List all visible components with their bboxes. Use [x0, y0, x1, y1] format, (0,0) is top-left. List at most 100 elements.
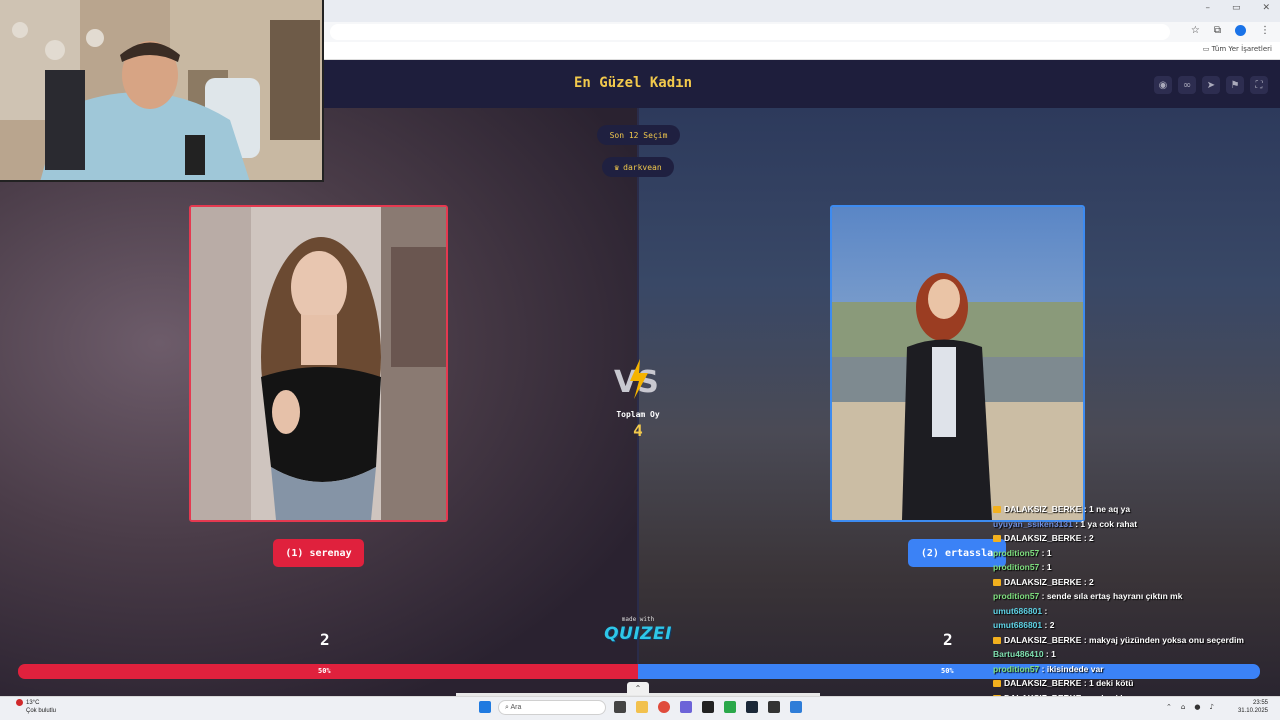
- clock-time: 23:55: [1252, 700, 1268, 706]
- send-icon[interactable]: ➤: [1202, 76, 1220, 94]
- chat-message: DALAKSIZ_BERKE : 1 deki kötü: [993, 676, 1278, 691]
- chat-text: : ikisindede var: [1039, 663, 1104, 674]
- microphone-icon[interactable]: ●: [1194, 703, 1200, 711]
- xbox-icon[interactable]: [724, 701, 736, 713]
- chat-username[interactable]: prodition57: [993, 591, 1039, 601]
- round-pill: Son 12 Seçim: [597, 125, 680, 145]
- webcam-image: [0, 0, 322, 180]
- chat-message: prodition57 : ikisindede var: [993, 662, 1278, 677]
- quiz-title: En Güzel Kadın: [574, 75, 693, 91]
- chat-username[interactable]: prodition57: [993, 548, 1039, 558]
- weather-temp: 13°C: [26, 700, 40, 706]
- chat-text: : 1 deki kötü: [1081, 678, 1134, 688]
- chat-badge-icon: [993, 535, 1001, 543]
- chat-text: : 2: [1042, 620, 1055, 630]
- task-view-icon[interactable]: [614, 701, 626, 713]
- chat-text: : 2: [1081, 576, 1094, 587]
- taskbar-search[interactable]: ⌕ Ara: [498, 700, 606, 715]
- network-icon[interactable]: ⌂: [1181, 703, 1185, 711]
- minimize-button[interactable]: –: [1205, 3, 1210, 13]
- menu-icon[interactable]: ⋮: [1260, 25, 1270, 36]
- brand-logo[interactable]: QUIZEI: [604, 624, 672, 644]
- all-bookmarks-link[interactable]: ▭ Tüm Yer İşaretleri: [1203, 45, 1272, 53]
- chat-username[interactable]: DALAKSIZ_BERKE: [1004, 635, 1081, 645]
- chat-message: umut686801 :: [993, 604, 1278, 619]
- link-icon[interactable]: ∞: [1178, 76, 1196, 94]
- clock[interactable]: 23:55 31.10.2025: [1238, 699, 1268, 715]
- contestant-photo-right: [832, 207, 1083, 520]
- chat-message: prodition57 : sende sıla ertaş hayranı ç…: [993, 589, 1278, 604]
- system-tray: ⌃ ⌂ ● ♪: [1166, 703, 1214, 711]
- chat-badge-icon: [993, 680, 1001, 688]
- chat-overlay: DALAKSIZ_BERKE : 1 ne aq ya uyuyan_ssiken…: [993, 502, 1278, 696]
- header-actions: ◉ ∞ ➤ ⚑ ⛶: [1154, 76, 1268, 94]
- chat-message: prodition57 : 1: [993, 560, 1278, 575]
- chat-username[interactable]: DALAKSIZ_BERKE: [1004, 533, 1081, 543]
- score-right: 2: [943, 630, 953, 649]
- score-left: 2: [320, 630, 330, 649]
- fullscreen-icon[interactable]: ⛶: [1250, 76, 1268, 94]
- chrome-icon[interactable]: [658, 701, 670, 713]
- chat-message: umut686801 : 2: [993, 618, 1278, 633]
- profile-avatar[interactable]: [1235, 25, 1246, 36]
- chevron-up-tray-icon[interactable]: ⌃: [1166, 703, 1172, 711]
- chat-username[interactable]: DALAKSIZ_BERKE: [1004, 504, 1081, 514]
- total-votes-label: Toplam Oy: [616, 410, 660, 419]
- percent-left: 50%: [318, 667, 331, 675]
- close-button[interactable]: ✕: [1262, 3, 1270, 13]
- app-icon-1[interactable]: [680, 701, 692, 713]
- chat-username[interactable]: prodition57: [993, 562, 1039, 572]
- chat-message: DALAKSIZ_BERKE : 2: [993, 575, 1278, 590]
- chat-text: : 1 ya cok rahat: [1072, 518, 1138, 529]
- chat-message: DALAKSIZ_BERKE : 2: [993, 531, 1278, 546]
- notification-badge: [16, 699, 23, 706]
- star-icon[interactable]: ☆: [1191, 25, 1200, 36]
- chat-username[interactable]: Bartu486410: [993, 649, 1044, 659]
- search-placeholder: Ara: [510, 704, 522, 711]
- chat-username[interactable]: umut686801: [993, 620, 1042, 630]
- extensions-icon[interactable]: ⧉: [1214, 25, 1221, 36]
- webcam-feed: [0, 0, 324, 182]
- vs-icon: VS: [614, 359, 659, 400]
- eye-icon[interactable]: ◉: [1154, 76, 1172, 94]
- chat-text: : 1: [1039, 547, 1052, 558]
- toolbar-icons: ☆ ⧉ ⋮: [1191, 25, 1270, 36]
- file-explorer-icon[interactable]: [636, 701, 648, 713]
- weather-widget[interactable]: 13°C Çok bulutlu: [26, 699, 56, 715]
- screen: – ▭ ✕ ☆ ⧉ ⋮ ▭ Tüm Yer İşaretleri En Güze…: [0, 0, 1280, 720]
- chat-text: :: [1042, 605, 1048, 616]
- chat-text: : 1: [1039, 562, 1052, 572]
- vote-button-left-label: (1) serenay: [285, 547, 352, 559]
- contestant-card-left[interactable]: [189, 205, 448, 522]
- maximize-button[interactable]: ▭: [1232, 3, 1241, 13]
- chat-text: : sende sıla ertaş hayranı çıktın mk: [1039, 591, 1183, 601]
- windows-start-icon[interactable]: [479, 701, 491, 713]
- total-votes-value: 4: [633, 421, 643, 440]
- chat-username[interactable]: DALAKSIZ_BERKE: [1004, 577, 1081, 587]
- all-bookmarks-label: Tüm Yer İşaretleri: [1211, 45, 1272, 53]
- contestant-card-right[interactable]: [830, 205, 1085, 522]
- chat-username[interactable]: prodition57: [993, 664, 1039, 674]
- chevron-up-icon[interactable]: ⌃: [627, 682, 649, 695]
- vote-button-left[interactable]: (1) serenay: [273, 539, 364, 567]
- chat-username[interactable]: umut686801: [993, 606, 1042, 616]
- chat-badge-icon: [993, 636, 1001, 644]
- steam-icon[interactable]: [746, 701, 758, 713]
- contestant-photo-left: [191, 207, 446, 520]
- vote-button-right[interactable]: (2) ertassla: [908, 539, 1006, 567]
- address-bar[interactable]: [330, 24, 1170, 40]
- app-icon-3[interactable]: [790, 701, 802, 713]
- clock-date: 31.10.2025: [1237, 708, 1268, 714]
- chat-username[interactable]: uyuyan_ssiken3131: [993, 519, 1073, 529]
- weather-desc: Çok bulutlu: [26, 708, 57, 714]
- epic-games-icon[interactable]: [768, 701, 780, 713]
- volume-icon[interactable]: ♪: [1209, 703, 1213, 711]
- chat-message: DALAKSIZ_BERKE : makyaj yüzünden yoksa o…: [993, 633, 1278, 648]
- chat-text: : 2: [1081, 533, 1094, 543]
- percent-right: 50%: [941, 667, 954, 675]
- window-controls: – ▭ ✕: [1205, 3, 1270, 13]
- app-icon-2[interactable]: [702, 701, 714, 713]
- chat-username[interactable]: DALAKSIZ_BERKE: [1004, 678, 1081, 688]
- chat-text: : 1 ne aq ya: [1081, 504, 1131, 514]
- flag-icon[interactable]: ⚑: [1226, 76, 1244, 94]
